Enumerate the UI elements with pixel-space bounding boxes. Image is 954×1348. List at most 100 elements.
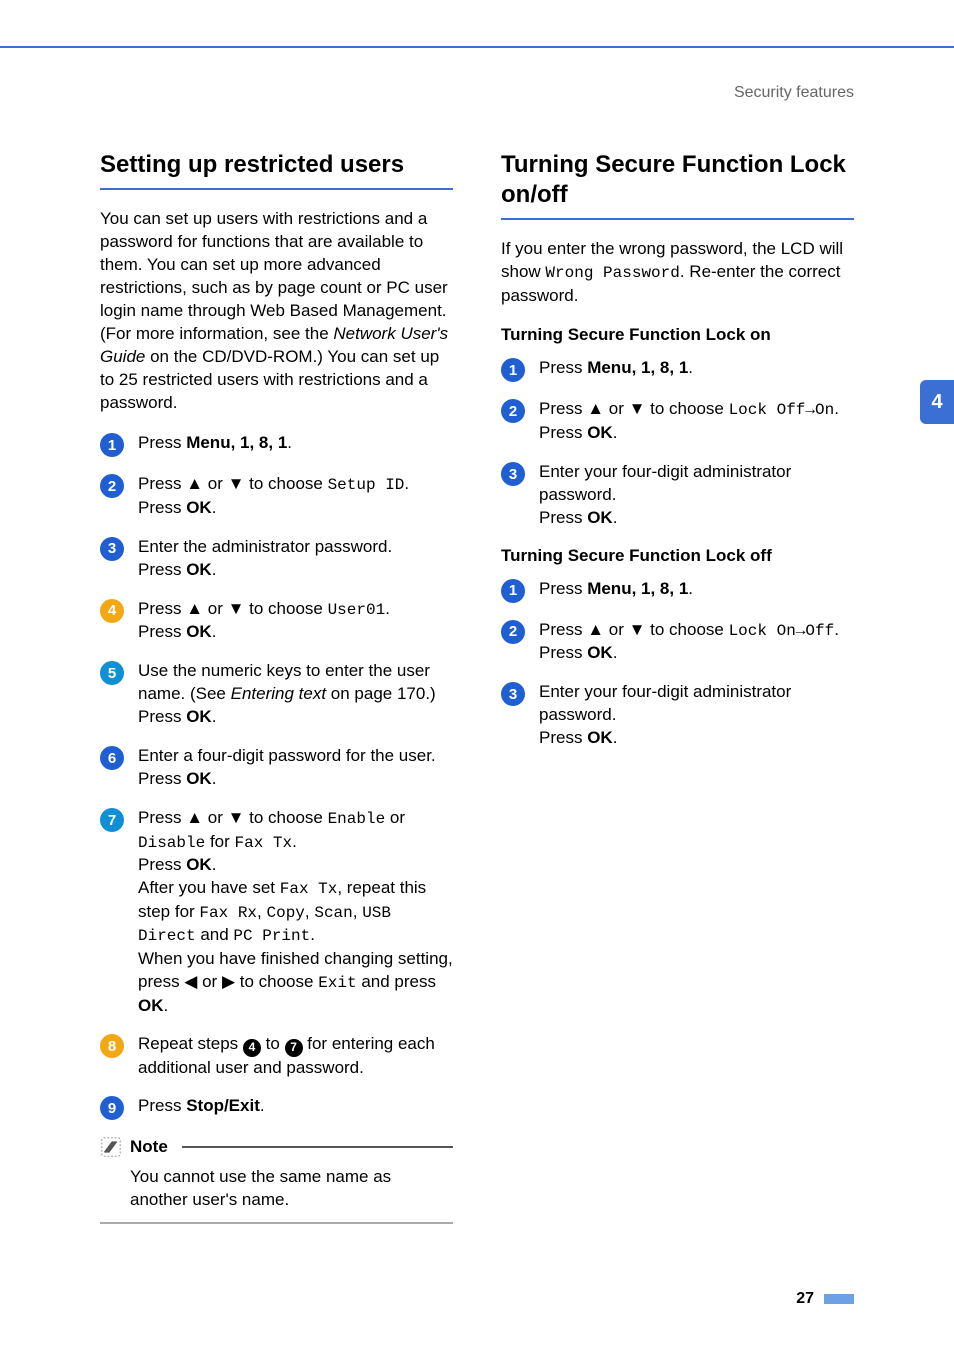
right-intro: If you enter the wrong password, the LCD… [501, 238, 854, 307]
t: Enter your four-digit administrator pass… [539, 462, 791, 504]
left-title: Setting up restricted users [100, 150, 453, 190]
step-4: 4 Press ▲ or ▼ to choose User01. Press O… [100, 598, 453, 645]
step-badge-5: 5 [100, 661, 124, 685]
note-bottom-rule [100, 1222, 453, 1224]
t: or [203, 808, 228, 827]
t: Press [539, 579, 587, 598]
t: , [305, 902, 314, 921]
left-column: Setting up restricted users You can set … [100, 150, 453, 1224]
step-ref-icon: 4 [243, 1039, 261, 1057]
left-intro: You can set up users with restrictions a… [100, 208, 453, 414]
arrow-down-icon: ▼ [629, 620, 646, 639]
ok-key: OK [186, 769, 212, 788]
step-7: 7 Press ▲ or ▼ to choose Enable or Disab… [100, 807, 453, 1017]
mono: Wrong Password [545, 264, 679, 282]
arrow-up-icon: ▲ [587, 399, 604, 418]
t: Press [539, 508, 587, 527]
t: . [404, 474, 409, 493]
chapter-tab: 4 [920, 380, 954, 424]
footer: 27 [796, 1290, 854, 1308]
mono: Enable [328, 810, 386, 828]
step-6: 6 Enter a four-digit password for the us… [100, 745, 453, 791]
step-8: 8 Repeat steps 4 to 7 for entering each … [100, 1033, 453, 1079]
t: . [688, 358, 693, 377]
key-seq: , 1, 8, 1 [632, 579, 689, 598]
stop-exit-key: Stop/Exit [186, 1096, 260, 1115]
t: on page 170.) [326, 684, 436, 703]
step-3: 3 Enter the administrator password. Pres… [100, 536, 453, 582]
note-block: Note You cannot use the same name as ano… [100, 1136, 453, 1224]
step-badge: 2 [501, 399, 525, 423]
step-badge-2: 2 [100, 474, 124, 498]
t: . [834, 399, 839, 418]
ok-key: OK [186, 707, 212, 726]
t: . [613, 643, 618, 662]
on-step-1: 1 Press Menu, 1, 8, 1. [501, 357, 854, 382]
mono: Disable [138, 834, 205, 852]
ok-key: OK [587, 728, 613, 747]
ok-key: OK [587, 643, 613, 662]
t: or [197, 972, 222, 991]
t: . [613, 423, 618, 442]
t: Press [138, 560, 186, 579]
intro-text: You can set up users with restrictions a… [100, 209, 448, 343]
t: . [212, 769, 217, 788]
t: or [604, 399, 629, 418]
t: Press [539, 643, 587, 662]
step-badge-4: 4 [100, 599, 124, 623]
step-1: 1 Press Menu, 1, 8, 1. [100, 432, 453, 457]
menu-key: Menu [587, 358, 631, 377]
t: Press [539, 728, 587, 747]
note-body: You cannot use the same name as another … [100, 1164, 453, 1222]
t: Press [539, 620, 587, 639]
t: Enter your four-digit administrator pass… [539, 682, 791, 724]
t: Enter the administrator password. [138, 537, 392, 556]
t: . [212, 707, 217, 726]
t: . [310, 925, 315, 944]
t: Press [138, 498, 186, 517]
t: , [353, 902, 362, 921]
page-number: 27 [796, 1290, 814, 1308]
t: After you have set [138, 878, 280, 897]
intro-text-tail: on the CD/DVD-ROM.) You can set up to 25… [100, 347, 439, 412]
t: Repeat steps [138, 1034, 243, 1053]
key-seq: , 1, 8, 1 [231, 433, 288, 452]
note-label: Note [130, 1137, 168, 1157]
t: . [292, 832, 297, 851]
xref: Entering text [231, 684, 326, 703]
t: . [212, 855, 217, 874]
subhead-off: Turning Secure Function Lock off [501, 546, 854, 566]
off-step-1: 1 Press Menu, 1, 8, 1. [501, 578, 854, 603]
header-breadcrumb: Security features [0, 48, 954, 102]
t: or [203, 474, 228, 493]
t: . [385, 599, 390, 618]
t: . [212, 560, 217, 579]
ok-key: OK [138, 996, 164, 1015]
subhead-on: Turning Secure Function Lock on [501, 325, 854, 345]
off-step-2: 2 Press ▲ or ▼ to choose Lock On→Off. Pr… [501, 619, 854, 666]
step-badge: 1 [501, 358, 525, 382]
mono: Scan [314, 904, 352, 922]
t: . [834, 620, 839, 639]
arrow-right-icon: ▶ [222, 972, 235, 991]
t: Press [138, 622, 186, 641]
t: . [613, 728, 618, 747]
arrow-down-icon: ▼ [629, 399, 646, 418]
mono: Fax Tx [280, 880, 338, 898]
t: Press [138, 769, 186, 788]
ok-key: OK [587, 423, 613, 442]
t: or [203, 599, 228, 618]
arrow-up-icon: ▲ [186, 808, 203, 827]
step-badge-9: 9 [100, 1096, 124, 1120]
t: or [604, 620, 629, 639]
step-badge-6: 6 [100, 746, 124, 770]
step-badge: 3 [501, 462, 525, 486]
ok-key: OK [186, 498, 212, 517]
on-steps: 1 Press Menu, 1, 8, 1. 2 Press ▲ or ▼ to… [501, 357, 854, 529]
t: Press [138, 474, 186, 493]
mono: Fax Rx [199, 904, 257, 922]
t: . [287, 433, 292, 452]
mono: Fax Tx [235, 834, 293, 852]
arrow-down-icon: ▼ [228, 474, 245, 493]
on-step-2: 2 Press ▲ or ▼ to choose Lock Off→On. Pr… [501, 398, 854, 445]
